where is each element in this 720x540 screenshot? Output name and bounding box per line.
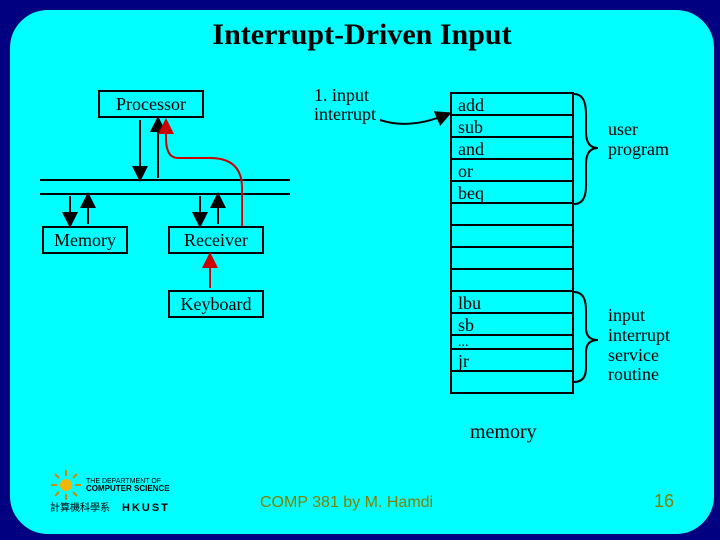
univ-en: HKUST	[122, 503, 170, 514]
page-number: 16	[654, 491, 674, 512]
mem-row	[452, 204, 572, 226]
processor-box: Processor	[98, 90, 204, 118]
mem-row: jr	[452, 350, 572, 372]
memory-table: add sub and or beq lbu sb ... jr	[450, 92, 574, 394]
mem-row	[452, 248, 572, 270]
mem-row: or	[452, 160, 572, 182]
keyboard-box: Keyboard	[168, 290, 264, 318]
mem-row	[452, 270, 572, 292]
receiver-box: Receiver	[168, 226, 264, 254]
mem-row: beq	[452, 182, 572, 204]
memory-box: Memory	[42, 226, 128, 254]
mem-row: lbu	[452, 292, 572, 314]
mem-row: and	[452, 138, 572, 160]
mem-row	[452, 226, 572, 248]
mem-row: add	[452, 94, 572, 116]
mem-row: sub	[452, 116, 572, 138]
mem-row	[452, 372, 572, 394]
slide-title: Interrupt-Driven Input	[10, 18, 714, 52]
sundial-icon	[50, 469, 82, 501]
slide: Interrupt-Driven Input Processor Memory …	[8, 8, 716, 536]
isr-label: input interrupt service routine	[608, 306, 670, 385]
footer-course: COMP 381 by M. Hamdi	[260, 494, 433, 512]
mem-row: ...	[452, 336, 572, 350]
mem-row: sb	[452, 314, 572, 336]
univ-cn: 計算機科學系	[50, 504, 110, 514]
hkust-logo: THE DEPARTMENT OF COMPUTER SCIENCE 計算機科學…	[50, 469, 170, 514]
memory-caption: memory	[470, 422, 537, 443]
user-program-label: user program	[608, 120, 669, 160]
dept-line2: COMPUTER SCIENCE	[86, 485, 170, 493]
input-interrupt-label: 1. input interrupt	[314, 86, 376, 124]
